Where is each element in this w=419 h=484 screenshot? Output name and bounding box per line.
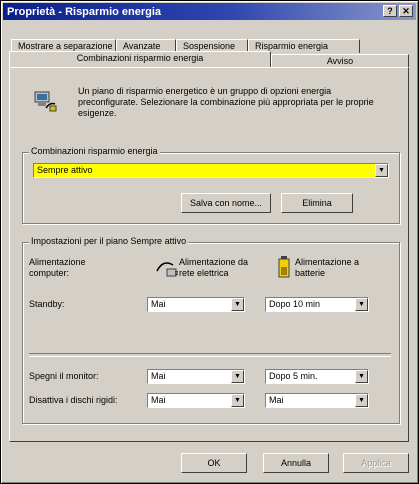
- power-scheme-value: Sempre attivo: [37, 165, 93, 175]
- chevron-down-icon[interactable]: ▼: [355, 394, 368, 407]
- power-plug-icon: [34, 91, 57, 112]
- separator: [29, 353, 391, 357]
- hard-disks-off-label: Disattiva i dischi rigidi:: [29, 395, 118, 405]
- power-scheme-group: Combinazioni risparmio energia Sempre at…: [22, 146, 400, 224]
- tab-alarms[interactable]: Avviso: [271, 54, 409, 68]
- power-scheme-group-label: Combinazioni risparmio energia: [29, 146, 160, 156]
- power-scheme-select[interactable]: Sempre attivo ▼: [33, 163, 389, 178]
- standby-ac-value: Mai: [151, 299, 166, 309]
- chevron-down-icon[interactable]: ▼: [231, 298, 244, 311]
- on-batteries-label: Alimentazione a batterie: [295, 257, 360, 278]
- window-title: Proprietà - Risparmio energia: [7, 5, 162, 18]
- chevron-down-icon[interactable]: ▼: [355, 298, 368, 311]
- disks-ac-select[interactable]: Mai ▼: [147, 393, 245, 408]
- disks-dc-select[interactable]: Mai ▼: [265, 393, 369, 408]
- monitor-dc-value: Dopo 5 min.: [269, 371, 318, 381]
- plugged-in-label: Alimentazione da rete elettrica: [179, 257, 249, 278]
- monitor-off-label: Spegni il monitor:: [29, 371, 99, 381]
- monitor-ac-value: Mai: [151, 371, 166, 381]
- when-computer-label: Alimentazione computer:: [29, 257, 86, 278]
- settings-group-label: Impostazioni per il piano Sempre attivo: [29, 236, 189, 246]
- disks-dc-value: Mai: [269, 395, 284, 405]
- intro-text: Un piano di risparmio energetico è un gr…: [78, 86, 374, 118]
- apply-button[interactable]: Applica: [343, 453, 409, 473]
- power-schemes-panel: Un piano di risparmio energetico è un gr…: [9, 67, 409, 442]
- tab-row-front: Combinazioni risparmio energia Avviso: [9, 51, 409, 68]
- standby-dc-value: Dopo 10 min: [269, 299, 321, 309]
- monitor-dc-select[interactable]: Dopo 5 min. ▼: [265, 369, 369, 384]
- ac-plug-icon: [156, 262, 178, 277]
- settings-group: Impostazioni per il piano Sempre attivo …: [22, 236, 400, 424]
- chevron-down-icon[interactable]: ▼: [375, 164, 388, 177]
- chevron-down-icon[interactable]: ▼: [231, 370, 244, 383]
- save-as-button[interactable]: Salva con nome...: [181, 193, 271, 213]
- chevron-down-icon[interactable]: ▼: [231, 394, 244, 407]
- monitor-ac-select[interactable]: Mai ▼: [147, 369, 245, 384]
- delete-button[interactable]: Elimina: [281, 193, 353, 213]
- battery-icon: [278, 256, 290, 278]
- standby-dc-select[interactable]: Dopo 10 min ▼: [265, 297, 369, 312]
- close-button[interactable]: ✕: [399, 5, 413, 17]
- properties-window: Proprietà - Risparmio energia ? ✕ Mostra…: [0, 0, 419, 484]
- title-bar: Proprietà - Risparmio energia ? ✕: [3, 3, 416, 20]
- standby-ac-select[interactable]: Mai ▼: [147, 297, 245, 312]
- standby-label: Standby:: [29, 299, 65, 309]
- cancel-button[interactable]: Annulla: [263, 453, 329, 473]
- ok-button[interactable]: OK: [181, 453, 247, 473]
- tab-power-schemes[interactable]: Combinazioni risparmio energia: [9, 51, 271, 67]
- chevron-down-icon[interactable]: ▼: [355, 370, 368, 383]
- disks-ac-value: Mai: [151, 395, 166, 405]
- help-button[interactable]: ?: [383, 5, 397, 17]
